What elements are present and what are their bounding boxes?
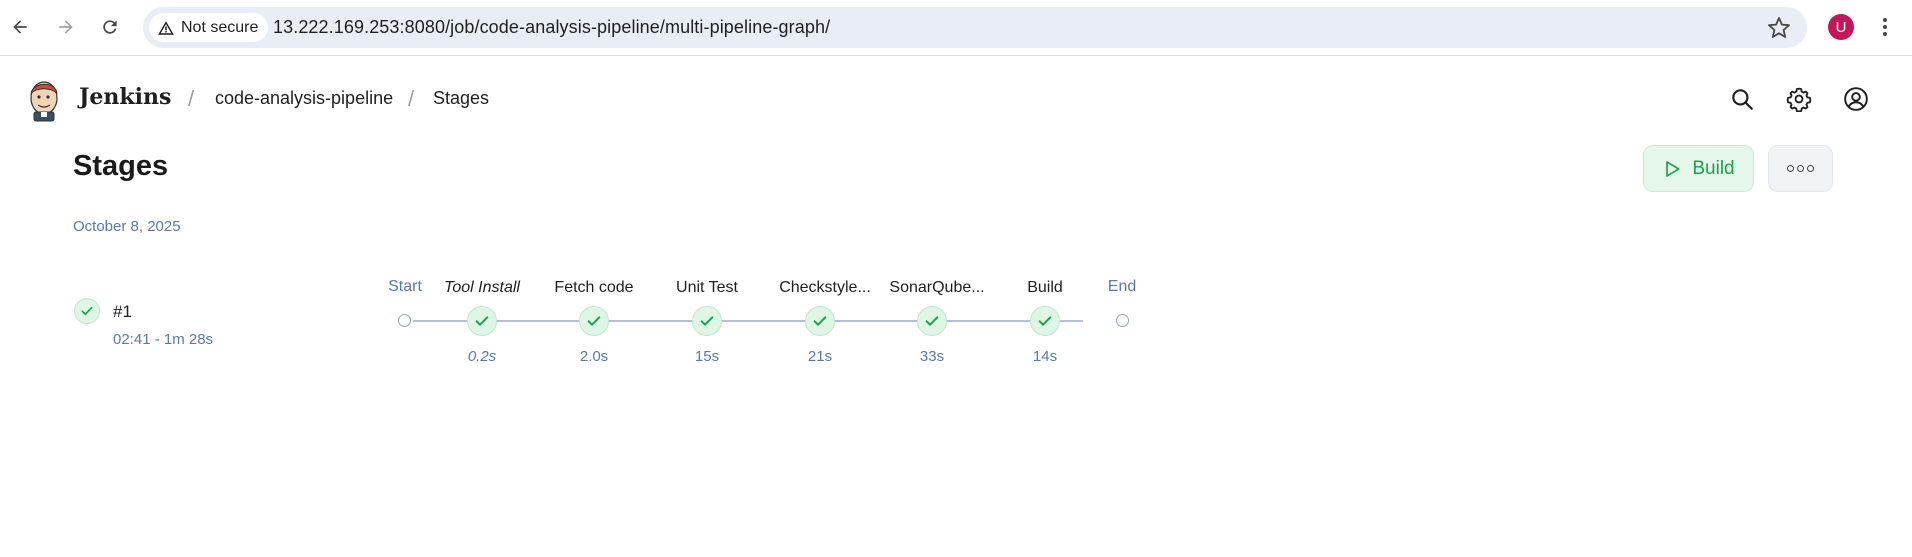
- stage-node-success[interactable]: [1030, 306, 1060, 336]
- reload-icon: [103, 20, 117, 34]
- stage-node-success[interactable]: [805, 306, 835, 336]
- play-icon: [1666, 160, 1680, 177]
- end-label: End: [1107, 278, 1137, 295]
- user-account-icon[interactable]: [1843, 86, 1869, 112]
- stage-label[interactable]: SonarQube...: [889, 279, 984, 297]
- page-title: Stages: [73, 150, 169, 182]
- kebab-dot-icon: [1883, 18, 1887, 22]
- check-icon: [925, 316, 939, 326]
- stage-duration: 15s: [694, 348, 720, 365]
- stage-duration: 14s: [1032, 348, 1058, 365]
- check-icon: [587, 316, 601, 326]
- stage-duration: 33s: [919, 348, 945, 365]
- stage-duration: 2.0s: [579, 348, 609, 365]
- profile-avatar[interactable]: U: [1828, 14, 1854, 40]
- end-node: [1116, 314, 1129, 327]
- stage-node-success[interactable]: [467, 306, 497, 336]
- run-time: 02:41 - 1m 28s: [113, 331, 214, 348]
- arrow-left-icon: [13, 20, 27, 34]
- more-dot-icon: [1807, 165, 1814, 172]
- browser-toolbar: Not secure 13.222.169.253:8080/job/code-…: [0, 0, 1912, 56]
- bookmark-star-icon[interactable]: [1767, 16, 1791, 40]
- search-icon[interactable]: [1729, 86, 1755, 112]
- stage-duration: 0.2s: [467, 348, 497, 365]
- browser-menu-button[interactable]: [1872, 14, 1898, 40]
- url-text[interactable]: 13.222.169.253:8080/job/code-analysis-pi…: [273, 17, 830, 38]
- breadcrumb-separator: /: [408, 86, 415, 111]
- build-button[interactable]: Build: [1643, 145, 1754, 192]
- check-icon: [1038, 316, 1052, 326]
- stage-node-success[interactable]: [917, 306, 947, 336]
- breadcrumb-job[interactable]: code-analysis-pipeline: [215, 88, 393, 109]
- jenkins-header: Jenkins / code-analysis-pipeline / Stage…: [0, 56, 1912, 140]
- run-status-badge: [74, 298, 100, 324]
- start-node: [398, 314, 411, 327]
- more-dot-icon: [1797, 165, 1804, 172]
- stage-node-success[interactable]: [692, 306, 722, 336]
- kebab-dot-icon: [1883, 32, 1887, 36]
- stage-label[interactable]: Fetch code: [554, 279, 633, 297]
- check-icon: [81, 306, 93, 316]
- run-id-link[interactable]: #1: [113, 302, 132, 322]
- address-bar[interactable]: Not secure 13.222.169.253:8080/job/code-…: [143, 7, 1807, 48]
- jenkins-logo-icon[interactable]: [26, 76, 62, 122]
- check-icon: [475, 316, 489, 326]
- check-icon: [813, 316, 827, 326]
- pipeline-graph: Start End Tool Install Fetch code Unit T…: [380, 270, 1160, 380]
- app-name[interactable]: Jenkins: [79, 84, 171, 110]
- more-actions-button[interactable]: [1768, 145, 1833, 192]
- stage-label[interactable]: Checkstyle...: [779, 279, 871, 297]
- kebab-dot-icon: [1883, 25, 1887, 29]
- security-chip[interactable]: Not secure: [149, 13, 269, 42]
- gear-icon[interactable]: [1786, 86, 1812, 112]
- stage-label[interactable]: Tool Install: [444, 279, 520, 297]
- back-button[interactable]: [2, 10, 38, 44]
- warning-icon: [158, 20, 174, 35]
- breadcrumb-separator: /: [188, 86, 195, 111]
- build-button-label: Build: [1692, 157, 1735, 179]
- start-label: Start: [388, 278, 422, 295]
- run-date: October 8, 2025: [73, 218, 181, 235]
- security-label: Not secure: [181, 18, 259, 36]
- arrow-right-icon: [59, 20, 73, 34]
- stage-node-success[interactable]: [579, 306, 609, 336]
- stage-label[interactable]: Unit Test: [676, 279, 738, 297]
- check-icon: [700, 316, 714, 326]
- forward-button[interactable]: [48, 10, 84, 44]
- stage-duration: 21s: [807, 348, 833, 365]
- more-dot-icon: [1787, 165, 1794, 172]
- breadcrumb-current[interactable]: Stages: [433, 88, 489, 109]
- stage-label[interactable]: Build: [1027, 279, 1063, 297]
- reload-button[interactable]: [92, 10, 128, 44]
